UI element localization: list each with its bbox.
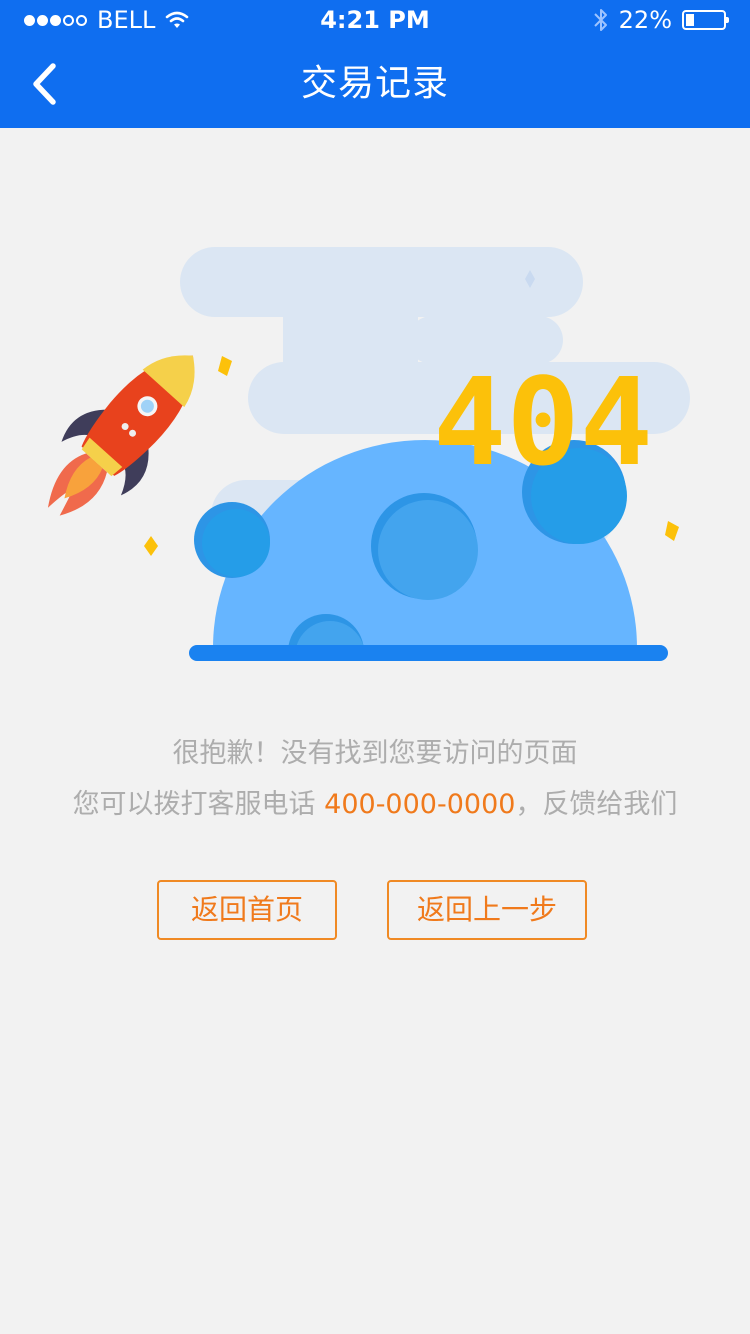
sparkle-icon	[665, 521, 679, 541]
previous-step-button[interactable]: 返回上一步	[387, 880, 587, 940]
sparkle-icon	[144, 536, 158, 556]
error-illustration: 404	[47, 247, 700, 688]
sparkle-icon	[218, 356, 232, 376]
battery-icon	[682, 10, 729, 30]
error-message: 很抱歉！没有找到您要访问的页面	[172, 738, 578, 769]
contact-suffix: ，反馈给我们	[515, 789, 678, 820]
contact-message: 您可以拨打客服电话 400-000-0000，反馈给我们	[0, 785, 750, 825]
error-code: 404	[433, 354, 653, 493]
contact-prefix: 您可以拨打客服电话	[72, 789, 325, 820]
status-right: 22%	[593, 6, 729, 34]
status-bar: BELL 4:21 PM 22%	[0, 0, 750, 40]
rocket-icon	[47, 355, 195, 516]
battery-fill	[686, 14, 694, 26]
home-button[interactable]: 返回首页	[157, 880, 337, 940]
ground-line	[189, 645, 668, 661]
nav-bar: 交易记录	[0, 40, 750, 128]
battery-percent: 22%	[618, 6, 672, 34]
page-title: 交易记录	[300, 63, 449, 104]
service-phone[interactable]: 400-000-0000	[324, 789, 515, 820]
bluetooth-icon	[593, 9, 607, 31]
header: BELL 4:21 PM 22% 交易记录	[0, 0, 750, 128]
